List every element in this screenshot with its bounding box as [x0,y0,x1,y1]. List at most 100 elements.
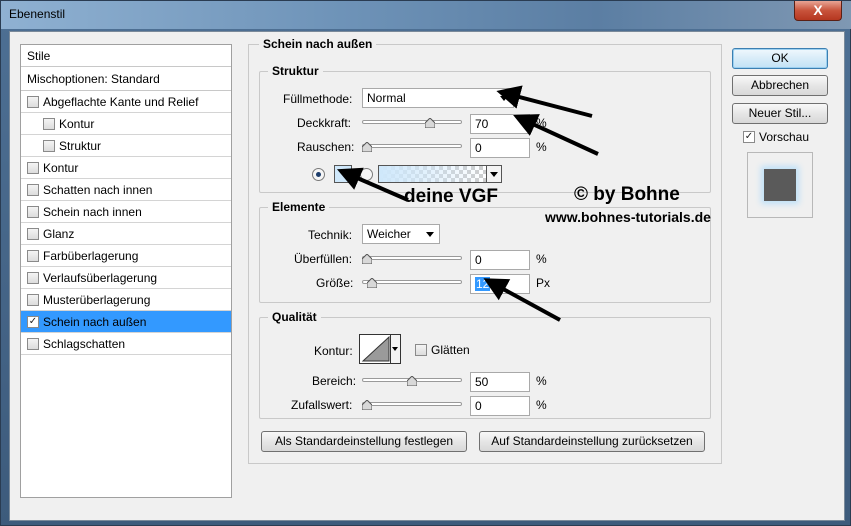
style-checkbox[interactable]: ✓ [27,316,39,328]
contour-dropdown[interactable] [390,335,400,363]
reset-default-button[interactable]: Auf Standardeinstellung zurücksetzen [479,431,705,452]
dialog-body: Stile Mischoptionen: Standard Abgeflacht… [9,31,845,521]
blend-mode-label: Füllmethode: [283,92,353,106]
style-item[interactable]: Verlaufsüberlagerung [21,267,231,289]
style-checkbox[interactable] [27,338,39,350]
new-style-button[interactable]: Neuer Stil... [732,103,828,124]
jitter-slider-thumb[interactable] [362,400,372,410]
style-item-label: Glanz [43,227,75,241]
size-slider[interactable] [362,276,462,290]
noise-input[interactable]: 0 [470,138,530,158]
style-checkbox[interactable] [27,294,39,306]
noise-slider-track [362,144,462,148]
style-item-label: Schatten nach innen [43,183,153,197]
style-item-label: Verlaufsüberlagerung [43,271,158,285]
style-item[interactable]: Kontur [21,157,231,179]
contour-picker[interactable] [359,334,401,364]
chevron-down-icon [426,232,434,237]
technique-select[interactable]: Weicher [362,224,440,244]
style-item[interactable]: Musterüberlagerung [21,289,231,311]
jitter-input[interactable]: 0 [470,396,530,416]
style-item-label: Struktur [59,139,102,153]
preview-label: Vorschau [759,130,810,144]
spread-input[interactable]: 0 [470,250,530,270]
style-checkbox[interactable] [43,140,55,152]
spread-slider-thumb[interactable] [362,254,372,264]
structure-title: Struktur [268,64,323,78]
style-checkbox[interactable] [27,184,39,196]
size-slider-thumb[interactable] [366,278,377,288]
gradient-dropdown[interactable] [486,165,502,183]
style-checkbox[interactable] [27,206,39,218]
style-item[interactable]: Struktur [21,135,231,157]
antialias-checkbox[interactable] [415,344,427,356]
size-label: Größe: [316,276,354,290]
style-checkbox[interactable] [43,118,55,130]
spread-slider[interactable] [362,252,462,266]
opacity-input[interactable]: 70 [470,114,530,134]
style-item[interactable]: Abgeflachte Kante und Relief [21,91,231,113]
cancel-button[interactable]: Abbrechen [732,75,828,96]
noise-slider[interactable] [362,140,462,154]
style-checkbox[interactable] [27,272,39,284]
preview-checkbox[interactable]: ✓ [743,131,755,143]
annotation-website: www.bohnes-tutorials.de [545,209,711,225]
gradient-swatch[interactable] [378,165,488,183]
range-slider-thumb[interactable] [407,376,417,386]
opacity-slider-track [362,120,462,124]
style-item-label: Schein nach außen [43,315,147,329]
gradient-radio[interactable] [360,168,373,181]
style-checkbox[interactable] [27,250,39,262]
panel-title: Schein nach außen [259,37,377,51]
solid-color-radio[interactable] [312,168,325,181]
blend-mode-select[interactable]: Normal [362,88,514,108]
style-item[interactable]: Farbüberlagerung [21,245,231,267]
jitter-slider[interactable] [362,398,462,412]
elements-title: Elemente [268,200,330,214]
style-item[interactable]: Glanz [21,223,231,245]
window-title: Ebenenstil [9,7,66,21]
preview-thumbnail [764,169,796,201]
size-input[interactable]: 12 [470,274,530,294]
style-item[interactable]: Schein nach innen [21,201,231,223]
range-label: Bereich: [312,374,357,388]
title-bar[interactable]: Ebenenstil [1,1,851,29]
make-default-button[interactable]: Als Standardeinstellung festlegen [261,431,467,452]
annotation-vgf: deine VGF [404,186,498,207]
size-value-selected: 12 [475,277,491,291]
style-item-label: Schlagschatten [43,337,126,351]
style-item[interactable]: ✓ Schein nach außen [21,311,231,333]
style-checkbox[interactable] [27,228,39,240]
opacity-slider[interactable] [362,116,462,130]
range-slider[interactable] [362,374,462,388]
technique-value: Weicher [367,227,411,241]
jitter-slider-track [362,402,462,406]
jitter-label: Zufallswert: [291,398,353,412]
blending-options-item[interactable]: Mischoptionen: Standard [21,67,231,91]
style-item-label: Kontur [43,161,79,175]
opacity-label: Deckkraft: [297,116,352,130]
close-button[interactable]: X [794,1,842,21]
contour-curve-icon [361,335,390,362]
range-unit: % [536,374,547,388]
style-item[interactable]: Schlagschatten [21,333,231,355]
noise-unit: % [536,140,547,154]
styles-header[interactable]: Stile [21,45,231,67]
dialog-window: Ebenenstil X Stile Mischoptionen: Standa… [0,0,851,526]
opacity-slider-thumb[interactable] [425,118,435,128]
noise-slider-thumb[interactable] [362,142,372,152]
style-item-label: Kontur [59,117,95,131]
style-item[interactable]: Schatten nach innen [21,179,231,201]
style-checkbox[interactable] [27,162,39,174]
quality-group: Qualität Kontur: Glätten Bereich: 50 % Z… [259,310,711,419]
glow-color-swatch[interactable] [334,165,352,183]
style-item[interactable]: Kontur [21,113,231,135]
spread-unit: % [536,252,547,266]
style-item-label: Farbüberlagerung [43,249,139,263]
spread-label: Überfüllen: [294,252,353,266]
range-input[interactable]: 50 [470,372,530,392]
ok-button[interactable]: OK [732,48,828,69]
style-item-label: Abgeflachte Kante und Relief [43,95,199,109]
style-checkbox[interactable] [27,96,39,108]
annotation-copyright: © by Bohne [574,184,680,205]
